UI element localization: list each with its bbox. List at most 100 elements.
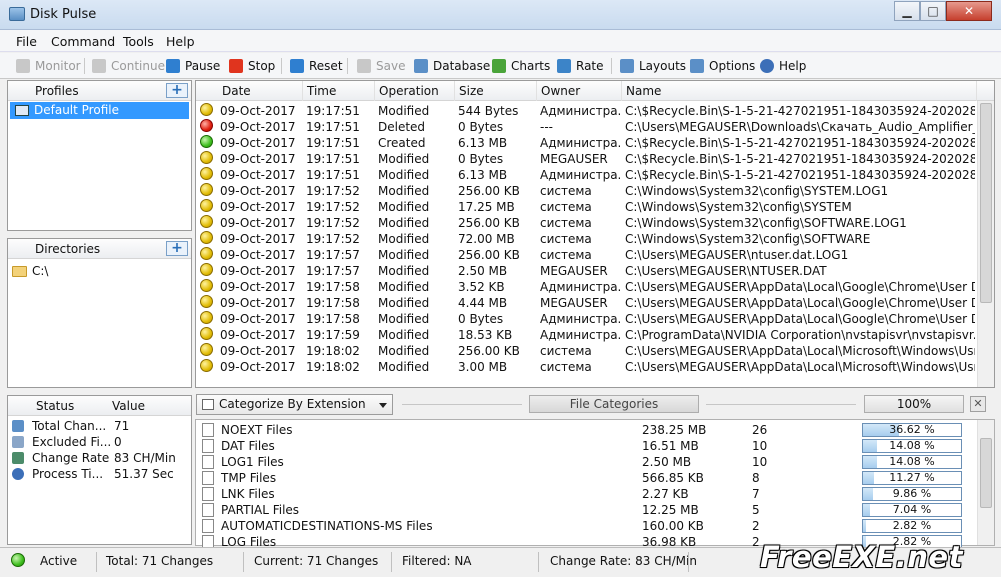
close-button[interactable]: ✕ [946,1,992,21]
percent-button[interactable]: 100% [864,395,964,413]
event-row[interactable]: 09-Oct-2017 19:17:58 Modified 3.52 KB Админи… [196,279,976,295]
event-time: 19:17:57 [306,264,360,278]
event-row[interactable]: 09-Oct-2017 19:17:51 Deleted 0 Bytes --- C:\U… [196,119,976,135]
divider [391,552,392,572]
reset-button[interactable]: Reset [290,57,343,75]
modified-status-icon [200,279,213,292]
event-row[interactable]: 09-Oct-2017 19:17:59 Modified 18.53 KB Админ… [196,327,976,343]
charts-button[interactable]: Charts [492,57,550,75]
category-count: 10 [752,455,768,469]
event-row[interactable]: 09-Oct-2017 19:17:51 Modified 0 Bytes MEGAUS… [196,151,976,167]
category-size: 238.25 MB [642,423,707,437]
menu-help[interactable]: Help [166,34,195,49]
event-row[interactable]: 09-Oct-2017 19:17:51 Modified 6.13 MB Админи… [196,167,976,183]
event-time: 19:17:51 [306,136,360,150]
col-owner[interactable]: Owner [537,81,622,101]
category-row[interactable]: NOEXT Files 238.25 MB 26 36.62 % [196,422,976,438]
maximize-button[interactable]: □ [920,1,946,21]
help-button[interactable]: Help [760,57,806,75]
category-row[interactable]: DAT Files 16.51 MB 10 14.08 % [196,438,976,454]
menu-tools[interactable]: Tools [123,34,154,49]
categories-scrollbar[interactable] [977,420,994,545]
layouts-button[interactable]: Layouts [620,57,686,75]
save-icon [357,59,371,73]
pause-button[interactable]: Pause [166,57,220,75]
event-owner: система [540,344,592,358]
category-row[interactable]: AUTOMATICDESTINATIONS-MS Files 160.00 KB 2… [196,518,976,534]
directory-item-c[interactable]: C:\ [12,263,48,280]
status-col-header: Status [36,399,75,413]
category-row[interactable]: TMP Files 566.85 KB 8 11.27 % [196,470,976,486]
event-name: C:\Users\MEGAUSER\Downloads\Скачать_Audi… [625,120,975,134]
event-name: C:\Users\MEGAUSER\NTUSER.DAT [625,264,827,278]
event-date: 09-Oct-2017 [220,312,296,326]
event-row[interactable]: 09-Oct-2017 19:18:02 Modified 3.00 MB систем… [196,359,976,375]
categorize-icon [202,399,214,410]
events-grid: Date Time Operation Size Owner Name 09-O… [195,80,995,388]
event-size: 6.13 MB [458,136,508,150]
watermark: FreeEXE.net [760,540,963,574]
event-name: C:\ProgramData\NVIDIA Corporation\nvstap… [625,328,975,342]
col-size[interactable]: Size [455,81,537,101]
event-row[interactable]: 09-Oct-2017 19:17:52 Modified 256.00 KB сист… [196,215,976,231]
event-row[interactable]: 09-Oct-2017 19:17:58 Modified 4.44 MB MEGAUS… [196,295,976,311]
modified-status-icon [200,263,213,276]
file-categories-button[interactable]: File Categories [529,395,699,413]
event-name: C:\Windows\System32\config\SOFTWARE [625,232,871,246]
add-profile-button[interactable]: + [166,83,188,98]
event-owner: Администра... [540,168,620,182]
category-row[interactable]: LNK Files 2.27 KB 7 9.86 % [196,486,976,502]
category-name: NOEXT Files [221,423,293,437]
monitor-button[interactable]: Monitor [16,57,81,75]
modified-status-icon [200,151,213,164]
event-name: C:\$Recycle.Bin\S-1-5-21-427021951-18430… [625,152,975,166]
col-operation[interactable]: Operation [375,81,455,101]
close-categories-button[interactable]: ✕ [970,396,986,412]
event-row[interactable]: 09-Oct-2017 19:17:57 Modified 2.50 MB MEGAUS… [196,263,976,279]
scroll-thumb[interactable] [980,438,992,508]
category-count: 5 [752,503,760,517]
col-name[interactable]: Name [622,81,977,101]
events-scrollbar[interactable] [977,101,994,387]
menu-command[interactable]: Command [51,34,115,49]
col-time[interactable]: Time [303,81,375,101]
event-op: Modified [378,184,430,198]
menu-file[interactable]: File [16,34,37,49]
category-size: 160.00 KB [642,519,704,533]
monitor-icon [16,59,30,73]
options-button[interactable]: Options [690,57,755,75]
event-size: 18.53 KB [458,328,513,342]
scroll-thumb[interactable] [980,103,992,303]
categorize-select[interactable]: Categorize By Extension [196,394,393,415]
event-row[interactable]: 09-Oct-2017 19:17:51 Modified 544 Bytes Адми… [196,103,976,119]
category-row[interactable]: PARTIAL Files 12.25 MB 5 7.04 % [196,502,976,518]
event-row[interactable]: 09-Oct-2017 19:17:57 Modified 256.00 KB сист… [196,247,976,263]
rate-button[interactable]: Rate [557,57,604,75]
event-row[interactable]: 09-Oct-2017 19:17:52 Modified 17.25 MB систе… [196,199,976,215]
profile-item-default[interactable]: Default Profile [10,102,189,119]
stop-button[interactable]: Stop [229,57,275,75]
continue-button[interactable]: Continue [92,57,165,75]
database-button[interactable]: Database [414,57,490,75]
event-row[interactable]: 09-Oct-2017 19:17:52 Modified 256.00 KB сист… [196,183,976,199]
event-owner: система [540,248,592,262]
category-name: PARTIAL Files [221,503,300,517]
event-row[interactable]: 09-Oct-2017 19:17:51 Created 6.13 MB Админис… [196,135,976,151]
event-op: Modified [378,248,430,262]
minimize-button[interactable]: ▁ [894,1,920,21]
col-date[interactable]: Date [218,81,303,101]
event-row[interactable]: 09-Oct-2017 19:17:52 Modified 72.00 MB систе… [196,231,976,247]
play-icon [92,59,106,73]
category-row[interactable]: LOG1 Files 2.50 MB 10 14.08 % [196,454,976,470]
options-icon [690,59,704,73]
event-date: 09-Oct-2017 [220,344,296,358]
save-button[interactable]: Save [357,57,405,75]
add-directory-button[interactable]: + [166,241,188,256]
event-row[interactable]: 09-Oct-2017 19:17:58 Modified 0 Bytes Админи… [196,311,976,327]
event-date: 09-Oct-2017 [220,232,296,246]
category-count: 10 [752,439,768,453]
toolbar-separator [281,58,282,74]
event-size: 256.00 KB [458,216,520,230]
total-icon [12,420,24,432]
event-row[interactable]: 09-Oct-2017 19:18:02 Modified 256.00 KB сист… [196,343,976,359]
